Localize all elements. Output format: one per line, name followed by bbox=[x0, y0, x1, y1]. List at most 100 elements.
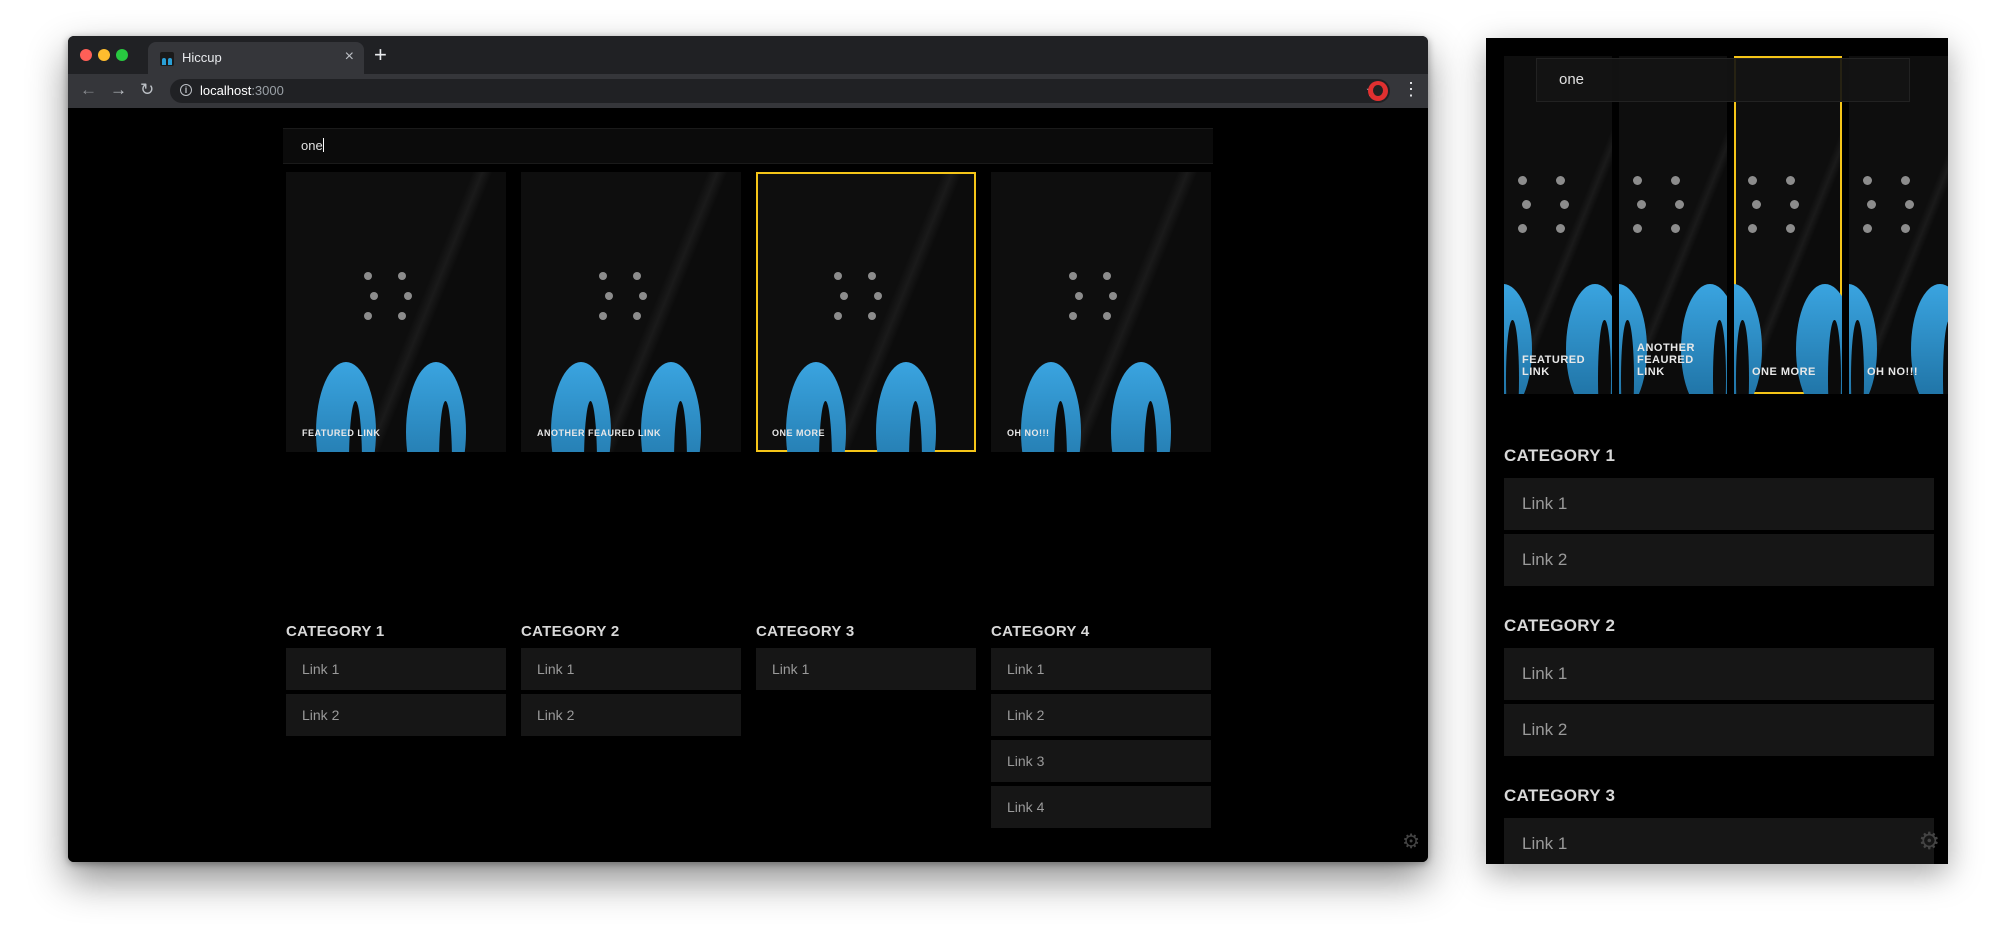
category-title: CATEGORY 1 bbox=[286, 623, 385, 640]
category-column: CATEGORY 4 Link 1 Link 2 Link 3 Link 4 bbox=[991, 623, 1211, 832]
featured-card-label: OH NO!!! bbox=[1007, 428, 1050, 438]
category-link[interactable]: Link 2 bbox=[1504, 534, 1934, 586]
blob-shape bbox=[641, 362, 701, 452]
featured-card[interactable]: FEATURED LINK bbox=[286, 172, 506, 452]
category-link[interactable]: Link 2 bbox=[991, 694, 1211, 736]
featured-card[interactable]: ANOTHER FEAURED LINK bbox=[1619, 56, 1727, 394]
mobile-preview: FEATURED LINK ANOTHER FEAURED LINK ONE MOR… bbox=[1486, 38, 1948, 864]
dot-shape bbox=[868, 312, 876, 320]
dot-shape bbox=[834, 312, 842, 320]
maximize-window-button[interactable] bbox=[116, 49, 128, 61]
featured-card-label: OH NO!!! bbox=[1867, 366, 1919, 378]
dot-shape bbox=[605, 292, 613, 300]
dot-shape bbox=[1556, 224, 1565, 233]
dot-shape bbox=[840, 292, 848, 300]
featured-card[interactable]: OH NO!!! bbox=[991, 172, 1211, 452]
featured-card-label: FEATURED LINK bbox=[1522, 354, 1586, 378]
category-link[interactable]: Link 4 bbox=[991, 786, 1211, 828]
category-link[interactable]: Link 1 bbox=[286, 648, 506, 690]
dot-shape bbox=[1671, 224, 1680, 233]
category-link[interactable]: Link 1 bbox=[991, 648, 1211, 690]
tab-bar: Hiccup × + bbox=[68, 36, 1428, 74]
featured-card-label: ANOTHER FEAURED LINK bbox=[1637, 342, 1695, 378]
category-link[interactable]: Link 1 bbox=[1504, 818, 1934, 864]
dot-shape bbox=[1556, 176, 1565, 185]
dot-shape bbox=[834, 272, 842, 280]
dot-shape bbox=[1069, 272, 1077, 280]
dot-shape bbox=[1901, 224, 1910, 233]
category-section: CATEGORY 1 Link 1 Link 2 bbox=[1504, 446, 1934, 586]
profile-avatar[interactable] bbox=[1368, 81, 1388, 101]
featured-card[interactable]: FEATURED LINK bbox=[1504, 56, 1612, 394]
category-link[interactable]: Link 1 bbox=[756, 648, 976, 690]
featured-card-label: ANOTHER FEAURED LINK bbox=[537, 428, 661, 438]
minimize-window-button[interactable] bbox=[98, 49, 110, 61]
search-input-mobile[interactable]: one bbox=[1536, 58, 1910, 102]
blob-shape bbox=[316, 362, 376, 452]
category-link[interactable]: Link 2 bbox=[1504, 704, 1934, 756]
categories-mobile: CATEGORY 1 Link 1 Link 2 CATEGORY 2 Link 1 Li… bbox=[1504, 446, 1934, 864]
dot-shape bbox=[1075, 292, 1083, 300]
category-title: CATEGORY 2 bbox=[521, 623, 620, 640]
dot-shape bbox=[1748, 176, 1757, 185]
dot-shape bbox=[639, 292, 647, 300]
url-port: :3000 bbox=[251, 83, 284, 98]
dot-shape bbox=[1675, 200, 1684, 209]
gear-icon[interactable]: ⚙ bbox=[1918, 827, 1940, 856]
dot-shape bbox=[599, 312, 607, 320]
category-link[interactable]: Link 3 bbox=[991, 740, 1211, 782]
blob-shape bbox=[551, 362, 611, 452]
category-column: CATEGORY 3 Link 1 bbox=[756, 623, 976, 694]
page-viewport: one FEATURED LINK ANOTHER FEAURED LINK ONE… bbox=[68, 108, 1428, 862]
dot-shape bbox=[1069, 312, 1077, 320]
favicon-icon bbox=[160, 52, 174, 66]
category-link[interactable]: Link 1 bbox=[1504, 478, 1934, 530]
dot-shape bbox=[1103, 312, 1111, 320]
featured-card[interactable]: ONE MORE bbox=[756, 172, 976, 452]
featured-card[interactable]: OH NO!!! bbox=[1849, 56, 1948, 394]
dot-shape bbox=[1786, 224, 1795, 233]
dot-shape bbox=[1863, 224, 1872, 233]
address-bar[interactable]: i localhost:3000 ☆ bbox=[170, 79, 1390, 103]
dot-shape bbox=[1671, 176, 1680, 185]
dot-shape bbox=[868, 272, 876, 280]
browser-menu-icon[interactable]: ⋮ bbox=[1402, 79, 1420, 100]
search-input[interactable]: one bbox=[283, 128, 1213, 164]
featured-card[interactable]: ANOTHER FEAURED LINK bbox=[521, 172, 741, 452]
info-icon[interactable]: i bbox=[180, 84, 192, 96]
dot-shape bbox=[1905, 200, 1914, 209]
dot-shape bbox=[404, 292, 412, 300]
close-window-button[interactable] bbox=[80, 49, 92, 61]
back-arrow-icon[interactable]: ← bbox=[80, 80, 97, 100]
featured-card-label: FEATURED LINK bbox=[302, 428, 381, 438]
search-input-value-mobile: one bbox=[1559, 71, 1585, 88]
tab-hiccup[interactable]: Hiccup × bbox=[148, 42, 364, 74]
dot-shape bbox=[1518, 224, 1527, 233]
dot-shape bbox=[599, 272, 607, 280]
category-title: CATEGORY 3 bbox=[1504, 786, 1616, 805]
category-title: CATEGORY 2 bbox=[1504, 616, 1616, 635]
category-link[interactable]: Link 1 bbox=[1504, 648, 1934, 700]
dot-shape bbox=[1863, 176, 1872, 185]
category-column: CATEGORY 2 Link 1 Link 2 bbox=[521, 623, 741, 740]
dot-shape bbox=[1752, 200, 1761, 209]
dot-shape bbox=[1103, 272, 1111, 280]
dot-shape bbox=[874, 292, 882, 300]
tab-close-icon[interactable]: × bbox=[345, 48, 354, 66]
category-link[interactable]: Link 2 bbox=[521, 694, 741, 736]
dot-shape bbox=[398, 272, 406, 280]
reload-icon[interactable]: ↻ bbox=[140, 80, 154, 100]
category-section: CATEGORY 2 Link 1 Link 2 bbox=[1504, 616, 1934, 756]
featured-card[interactable]: ONE MORE bbox=[1734, 56, 1842, 394]
dot-shape bbox=[1790, 200, 1799, 209]
category-link[interactable]: Link 1 bbox=[521, 648, 741, 690]
dot-shape bbox=[633, 272, 641, 280]
dot-shape bbox=[1109, 292, 1117, 300]
category-title: CATEGORY 3 bbox=[756, 623, 855, 640]
gear-icon[interactable]: ⚙ bbox=[1402, 829, 1420, 854]
new-tab-button[interactable]: + bbox=[374, 42, 387, 68]
dot-shape bbox=[1748, 224, 1757, 233]
url-host: localhost bbox=[200, 83, 252, 98]
category-link[interactable]: Link 2 bbox=[286, 694, 506, 736]
forward-arrow-icon[interactable]: → bbox=[110, 80, 127, 100]
